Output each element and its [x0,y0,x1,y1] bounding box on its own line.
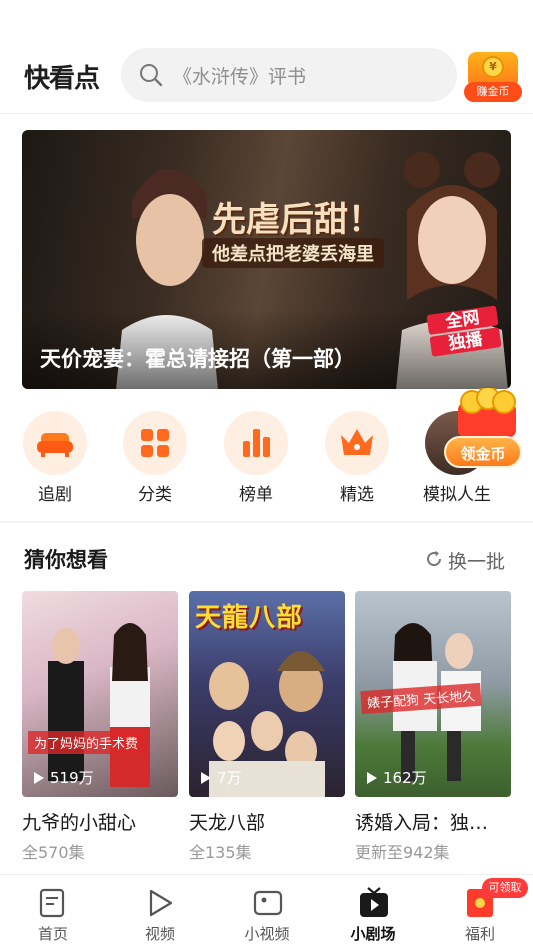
drama-title: 诱婚入局：独… [355,812,489,834]
play-count-icon [34,772,44,784]
episode-count: 更新至942集 [355,843,450,862]
episode-count: 全570集 [22,843,85,862]
drama-card[interactable]: 天龍八部 7万 天龙八部 全135集 [189,591,345,863]
theater-icon [360,887,388,917]
nav-theater[interactable]: 小剧场 [328,883,418,947]
app-logo-text: 快看点 [24,64,100,94]
small-video-icon [253,890,283,916]
play-count: 7万 [201,767,242,788]
nav-video-label: 视频 [144,925,175,943]
top-header: 快看点 《水浒传》评书 ¥ 赚金币 [0,0,533,114]
coin-icon: ¥ [482,56,504,78]
banner-slogan: 先虐后甜！ [212,200,382,240]
category-ranking-label: 榜单 [239,485,273,505]
bar-chart-icon [243,429,270,457]
sofa-icon [37,433,73,457]
category-featured[interactable]: 精选 [312,408,402,505]
crown-icon [341,429,373,455]
nav-home-label: 首页 [37,925,68,943]
grid-icon [141,429,169,457]
drama-title: 天龙八部 [189,812,266,834]
poster-title: 天龍八部 [195,603,304,633]
section-divider [0,521,533,523]
play-count-value: 7万 [217,769,242,787]
bottom-nav: 首页 视频 小视频 小剧场 福利 [0,874,533,949]
home-doc-icon [39,888,65,918]
claim-coins-label: 领金币 [444,436,522,468]
nav-short-video[interactable]: 小视频 [222,883,312,947]
recommendation-list: 为了妈妈的手术费 519万 九爷的小甜心 全570集 天龍八部 7万 天龙八部 … [0,591,533,871]
play-count-icon [201,772,211,784]
hero-banner[interactable]: 先虐后甜！ 他差点把老婆丢海里 天价宠妻：霍总请接招（第一部） 全网 独播 [22,130,511,389]
claimable-badge: 可领取 [482,878,528,898]
search-icon [140,64,163,87]
nav-theater-label: 小剧场 [350,925,396,943]
nav-welfare-label: 福利 [464,925,495,943]
poster-caption: 为了妈妈的手术费 [28,731,145,754]
play-count: 519万 [34,767,94,788]
category-follow-label: 追剧 [38,485,72,505]
earn-coins-button[interactable]: ¥ 赚金币 [464,50,522,104]
refresh-label: 换一批 [448,551,506,573]
category-classify-label: 分类 [138,485,172,505]
drama-card[interactable]: 为了妈妈的手术费 519万 九爷的小甜心 全570集 [22,591,178,863]
play-count-icon [367,772,377,784]
play-count-value: 162万 [383,769,427,787]
earn-coins-label: 赚金币 [464,82,522,102]
category-sims-label: 模拟人生 [423,485,491,505]
drama-title: 九爷的小甜心 [22,812,137,834]
nav-short-video-label: 小视频 [244,925,290,943]
play-icon [149,889,173,917]
episode-count: 全135集 [189,843,252,862]
search-bar[interactable]: 《水浒传》评书 [121,48,457,102]
category-follow[interactable]: 追剧 [10,408,100,505]
play-count-value: 519万 [50,769,94,787]
banner-title: 天价宠妻：霍总请接招（第一部） [40,347,355,371]
search-placeholder: 《水浒传》评书 [173,66,307,88]
play-count: 162万 [367,767,427,788]
nav-home[interactable]: 首页 [8,883,98,947]
refresh-icon [427,551,442,567]
drama-card[interactable]: 婊子配狗 天长地久 162万 诱婚入局：独… 更新至942集 [355,591,511,863]
exclusive-badge: 全网 独播 [426,303,504,372]
app-logo: 快看点 [24,58,100,95]
category-featured-label: 精选 [340,485,374,505]
category-classify[interactable]: 分类 [110,408,200,505]
banner-sub-slogan: 他差点把老婆丢海里 [202,238,384,268]
section-title: 猜你想看 [24,548,108,572]
floating-coin-reward[interactable]: 领金币 [440,388,533,474]
category-ranking[interactable]: 榜单 [211,408,301,505]
nav-video[interactable]: 视频 [115,883,205,947]
coin-bag-icon [458,388,516,438]
